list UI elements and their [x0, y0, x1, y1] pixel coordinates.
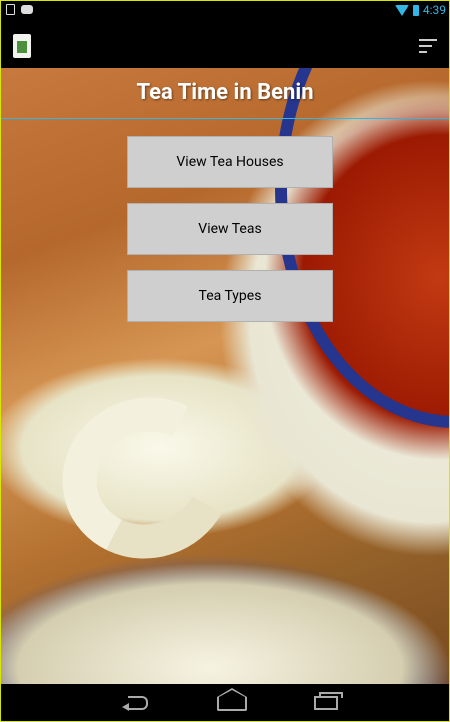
screen-frame [0, 0, 450, 722]
